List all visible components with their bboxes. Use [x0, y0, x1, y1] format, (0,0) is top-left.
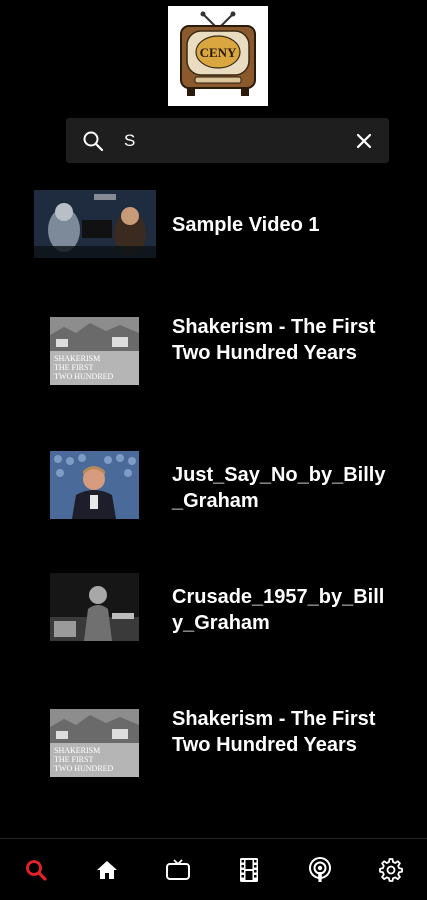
search-icon — [26, 860, 47, 881]
video-thumbnail — [50, 573, 139, 641]
list-item[interactable]: SHAKERISM THE FIRST TWO HUNDRED Shakeris… — [0, 300, 427, 410]
list-item[interactable]: Crusade_1957_by_Billy_Graham — [0, 554, 427, 664]
svg-text:CENY: CENY — [200, 45, 237, 60]
gear-icon — [379, 858, 403, 882]
video-title: Shakerism - The First Two Hundred Years — [172, 708, 376, 756]
nav-movies-button[interactable] — [234, 855, 264, 885]
svg-text:THE FIRST: THE FIRST — [54, 755, 93, 764]
nav-podcast-button[interactable] — [305, 855, 335, 885]
video-thumbnail — [50, 451, 139, 519]
search-icon — [83, 131, 104, 152]
svg-text:THE FIRST: THE FIRST — [54, 363, 93, 372]
film-icon — [240, 858, 258, 882]
search-bar — [66, 118, 389, 163]
nav-settings-button[interactable] — [376, 855, 406, 885]
video-thumbnail: SHAKERISM THE FIRST TWO HUNDRED — [50, 317, 139, 385]
video-title: Sample Video 1 — [172, 214, 320, 236]
video-title: Shakerism - The First Two Hundred Years — [172, 316, 376, 364]
svg-text:TWO HUNDRED: TWO HUNDRED — [54, 764, 114, 773]
video-thumbnail: SHAKERISM THE FIRST TWO HUNDRED — [50, 709, 139, 777]
home-icon — [97, 861, 117, 879]
podcast-icon — [309, 857, 331, 882]
nav-home-button[interactable] — [92, 855, 122, 885]
list-item[interactable]: Just_Say_No_by_Billy_Graham — [0, 432, 427, 542]
video-title: Crusade_1957_by_Billy_Graham — [172, 586, 385, 634]
thumbnail-caption: SHAKERISM — [54, 354, 100, 363]
app-logo: CENY — [168, 6, 268, 106]
tv-icon — [166, 859, 190, 880]
bottom-nav — [0, 838, 427, 900]
thumbnail-caption: SHAKERISM — [54, 746, 100, 755]
video-title: Just_Say_No_by_Billy_Graham — [172, 464, 386, 512]
search-input[interactable] — [124, 126, 334, 155]
video-thumbnail — [34, 190, 156, 258]
nav-tv-button[interactable] — [163, 855, 193, 885]
list-item[interactable]: SHAKERISM THE FIRST TWO HUNDRED Shakeris… — [0, 692, 427, 802]
tv-logo-image: CENY — [180, 11, 256, 96]
nav-search-button[interactable] — [21, 855, 51, 885]
list-item[interactable]: Sample Video 1 — [0, 168, 427, 278]
clear-search-icon[interactable] — [353, 130, 375, 152]
svg-text:TWO HUNDRED: TWO HUNDRED — [54, 372, 114, 381]
